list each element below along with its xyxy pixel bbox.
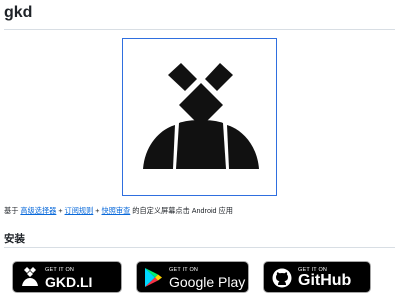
gkd-icon <box>22 267 38 286</box>
desc-prefix: 基于 <box>4 206 21 215</box>
gkd-logo-icon <box>143 63 259 169</box>
github-badge[interactable]: GET IT ON GitHub <box>263 261 371 293</box>
app-description: 基于 高级选择器 + 订阅规则 + 快照审查 的自定义屏幕点击 Android … <box>4 206 233 216</box>
badge-gplay-big: Google Play <box>169 274 246 290</box>
gkd-li-badge[interactable]: GET IT ON GKD.LI <box>12 261 122 293</box>
google-play-badge[interactable]: GET IT ON Google Play <box>136 261 249 293</box>
link-snapshot-review[interactable]: 快照审查 <box>102 206 131 215</box>
install-divider <box>4 247 395 248</box>
link-subscription-rules[interactable]: 订阅规则 <box>65 206 94 215</box>
desc-sep-2: + <box>93 206 102 215</box>
badge-gkd-big: GKD.LI <box>45 274 93 290</box>
badge-github-big: GitHub <box>298 272 352 289</box>
badge-gplay-small: GET IT ON <box>169 267 199 273</box>
badge-gkd-small: GET IT ON <box>45 267 75 273</box>
desc-suffix: 的自定义屏幕点击 Android 应用 <box>130 206 233 215</box>
install-heading: 安装 <box>4 233 25 245</box>
google-play-icon <box>145 268 162 287</box>
link-advanced-selector[interactable]: 高级选择器 <box>20 206 56 215</box>
title-divider <box>4 29 395 30</box>
page-title: gkd <box>4 4 33 21</box>
app-logo <box>122 38 277 196</box>
desc-sep-1: + <box>56 206 65 215</box>
github-icon <box>272 268 292 288</box>
